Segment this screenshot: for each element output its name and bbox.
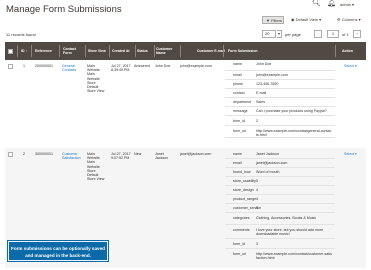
detail-key: categories [233,216,250,220]
detail-value: Can I purchase your products using Paypa… [256,109,327,113]
page-total: of 1 [342,32,349,37]
column-header-reference[interactable]: Reference [35,42,59,60]
cell-contact-form-link[interactable]: Customer Satisfaction [62,152,82,160]
detail-key: form_url [233,129,247,133]
detail-value: 4 [256,188,258,192]
detail-value: I love your store, but you should add mo… [256,228,324,237]
detail-value: 2 [256,119,258,123]
detail-value: Clothing, Accessories, Books & Music [256,216,317,220]
per-page-select[interactable]: 20 [262,30,276,38]
user-menu[interactable]: admin ▾ [340,1,354,9]
detail-value: Sales [256,100,265,104]
detail-key: comments [233,228,250,232]
column-header-store-view[interactable]: Store View [88,42,110,60]
detail-key: form_id [233,242,245,246]
detail-key: form_id [233,119,245,123]
column-header-created-at[interactable]: Created At [112,42,136,60]
detail-key: contact [233,91,245,95]
detail-value: http://www.example.com/contact/customer-… [256,252,332,261]
cell-contact-form-link[interactable]: General Contacts [62,64,80,72]
cell-customer-name: John Doe [155,64,171,68]
detail-value: 4 [256,197,258,201]
cell-reference: 200000001 [35,64,53,68]
records-found-count: 11 records found [6,32,36,37]
detail-value: 123-456-7890 [256,82,279,86]
column-header-form-submission[interactable]: Form Submission [228,42,268,60]
detail-key: email [233,73,242,77]
row-checkbox[interactable] [8,152,13,157]
cell-store-view: Main Website Main Website Store Default … [87,64,105,94]
detail-key: form_url [233,252,247,256]
detail-key: product_range [233,197,257,201]
cell-customer-email: janet@jackson.com [180,152,212,156]
default-view-dropdown[interactable]: ◉ Default View ▾ [288,16,324,24]
column-header-id[interactable]: ID ↑ [21,42,31,60]
select-all-checkbox[interactable] [8,49,13,54]
search-icon[interactable]: 🔍︎ [312,0,321,8]
column-header-status[interactable]: Status [137,42,155,60]
detail-value: janet@jackson.com [256,161,288,165]
cell-id: 2 [23,152,25,156]
detail-value: 5 [256,179,258,183]
cell-customer-email: john@example.com [180,64,212,68]
detail-key: email [233,161,242,165]
detail-value: John Doe [256,62,272,66]
page-number-input[interactable]: 1 [327,30,339,38]
filters-button[interactable]: ▼ Filters [262,16,284,24]
cell-status: Answered [134,64,150,68]
row-action-select[interactable]: Select ▾ [344,152,357,156]
per-page-caret-icon[interactable]: ▾ [277,30,282,38]
grid-header: ID ↑ Reference Contact Form Store View C… [5,42,366,60]
next-page-button[interactable]: › [353,30,361,38]
detail-key: department [233,100,252,104]
cell-created-at: Jul 27, 2017 9:07:52 PM [111,152,131,161]
page-title: Manage Form Submissions [6,4,122,15]
row-action-select[interactable]: Select ▾ [344,64,357,68]
column-header-contact-form[interactable]: Contact Form [63,42,85,60]
detail-key: store_usability [233,179,256,183]
column-header-customer-name[interactable]: Customer Name [156,42,180,60]
detail-key: phone [233,82,243,86]
column-header-action[interactable]: Action [342,42,362,60]
detail-key: name [233,152,242,156]
previous-page-button[interactable]: ‹ [314,30,322,38]
detail-key: message [233,109,248,113]
cell-created-at: Jul 27, 2017 8:39:49 PM [111,64,131,73]
per-page-label: per page [285,32,301,37]
cell-reference: 300000001 [35,152,53,156]
columns-dropdown[interactable]: ⚙ Columns ▾ [334,16,368,24]
detail-value: Word of mouth [256,170,280,174]
cell-id: 1 [23,64,25,68]
detail-value: 5 [256,206,258,210]
detail-value: http://www.example.com/contactgeneral-co… [256,129,332,138]
detail-key: name [233,62,242,66]
cell-customer-name: Janet Jackson [155,152,169,161]
detail-value: 3 [256,242,258,246]
detail-key: found_how [233,170,251,174]
info-callout: Form submissions can be optionally saved… [8,241,108,261]
detail-value: john@example.com [256,73,288,77]
cell-status: New [134,152,142,156]
detail-value: Janet Jackson [256,152,279,156]
detail-key: store_design [233,188,254,192]
detail-value: E-mail [256,91,267,95]
bell-icon[interactable]: 🔔︎ [327,0,336,8]
row-checkbox[interactable] [8,64,13,69]
cell-store-view: Main Website Main Website Store Default … [87,152,105,182]
